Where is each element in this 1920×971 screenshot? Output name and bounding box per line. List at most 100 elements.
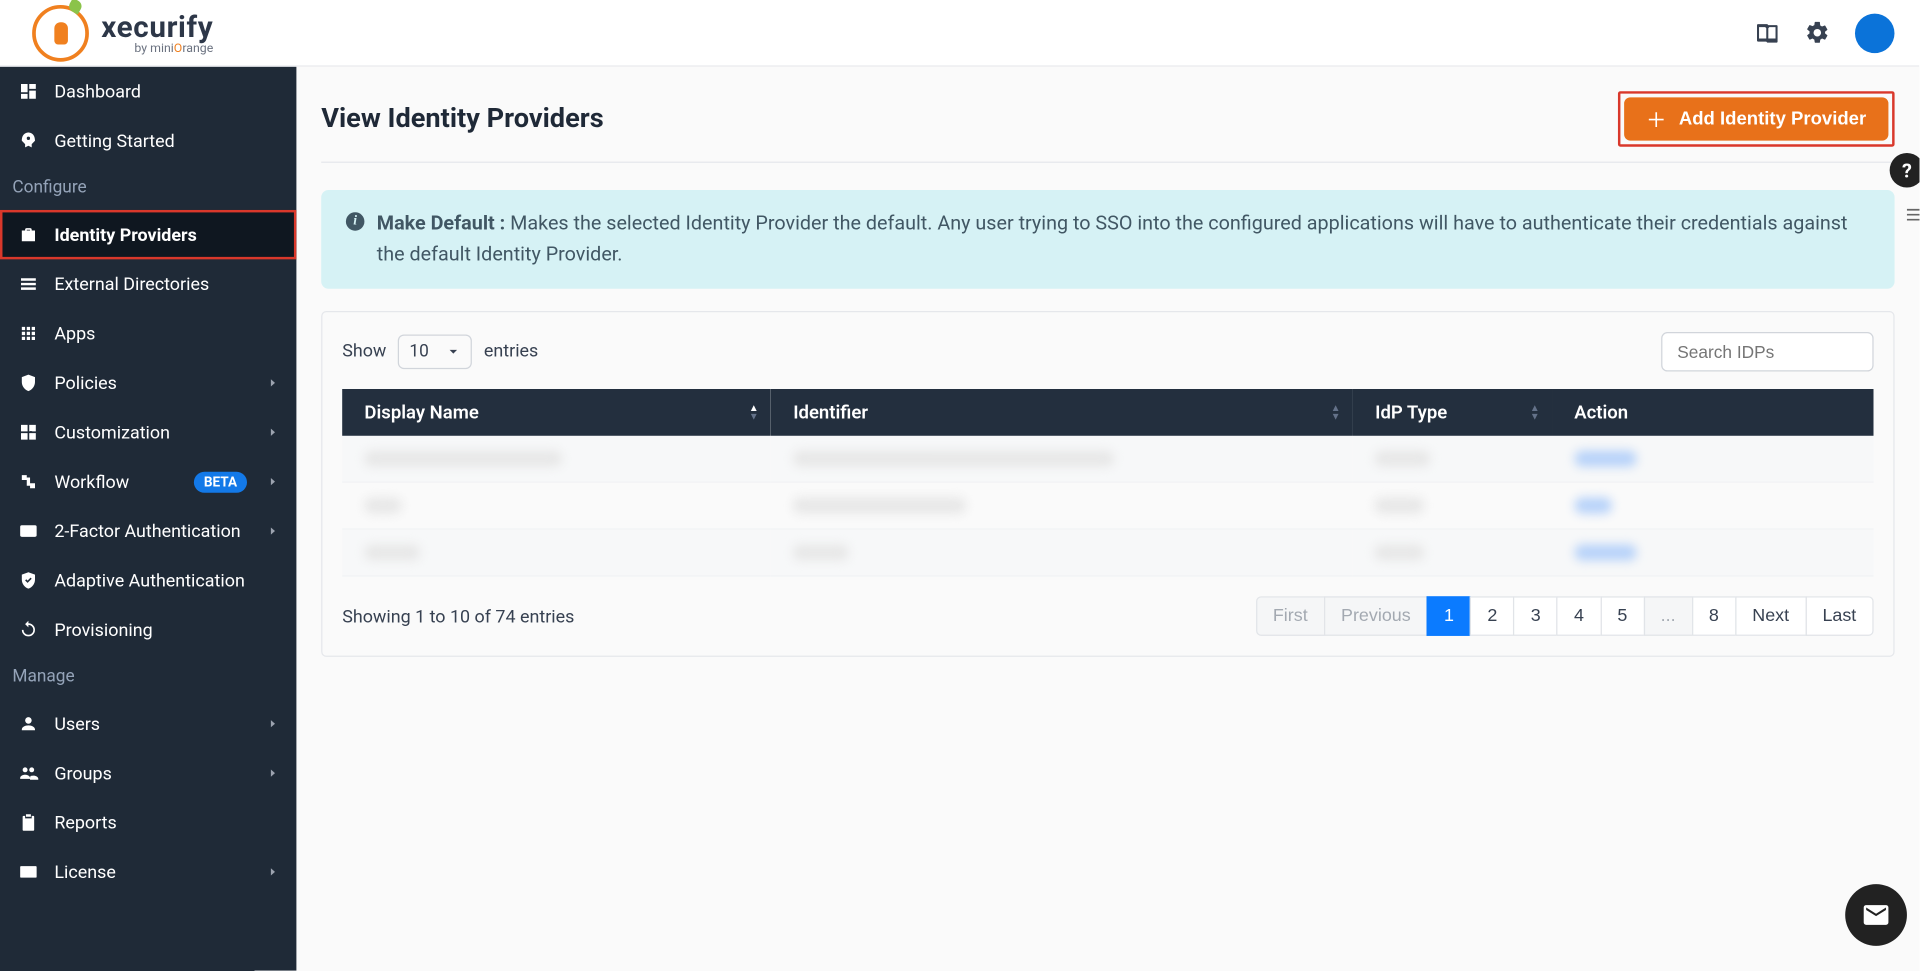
settings-icon[interactable]	[1804, 20, 1830, 46]
alert-title: Make Default :	[377, 211, 505, 234]
sidebar-item-2fa[interactable]: 2-Factor Authentication	[0, 506, 296, 555]
sidebar-item-license[interactable]: License	[0, 847, 296, 896]
sidebar-label: Identity Providers	[54, 224, 279, 245]
info-alert: i Make Default : Makes the selected Iden…	[321, 190, 1894, 288]
add-button-label: Add Identity Provider	[1679, 109, 1866, 130]
search-idps-input[interactable]	[1661, 332, 1873, 372]
pager-previous[interactable]: Previous	[1324, 597, 1428, 637]
table-row	[342, 482, 1873, 529]
sidebar-item-apps[interactable]: Apps	[0, 309, 296, 358]
sidebar-label: Workflow	[54, 471, 179, 492]
chevron-right-icon	[267, 525, 279, 537]
pager-page-8[interactable]: 8	[1692, 597, 1737, 637]
side-menu-toggle[interactable]	[1902, 205, 1919, 225]
apps-icon	[17, 324, 39, 344]
pager-page-4[interactable]: 4	[1557, 597, 1602, 637]
sidebar-item-customization[interactable]: Customization	[0, 408, 296, 457]
sidebar-item-users[interactable]: Users	[0, 699, 296, 748]
pager-last[interactable]: Last	[1805, 597, 1873, 637]
chevron-right-icon	[267, 377, 279, 389]
chevron-right-icon	[267, 475, 279, 487]
pager-page-5[interactable]: 5	[1600, 597, 1645, 637]
sidebar-item-getting-started[interactable]: Getting Started	[0, 116, 296, 165]
user-icon	[17, 714, 39, 734]
sidebar-label: Groups	[54, 763, 252, 784]
sidebar-item-provisioning[interactable]: Provisioning	[0, 605, 296, 654]
beta-badge: BETA	[194, 471, 247, 492]
pager-page-2[interactable]: 2	[1470, 597, 1515, 637]
sidebar-label: Policies	[54, 372, 252, 393]
card-icon	[17, 862, 39, 882]
sidebar-label: License	[54, 861, 252, 882]
sidebar-label: Adaptive Authentication	[54, 570, 279, 591]
sidebar-label: Apps	[54, 323, 279, 344]
add-identity-provider-button[interactable]: Add Identity Provider	[1624, 98, 1888, 141]
entries-value: 10	[409, 342, 428, 362]
clipboard-icon	[17, 813, 39, 833]
sidebar-item-external-directories[interactable]: External Directories	[0, 259, 296, 308]
col-idp-type[interactable]: IdP Type▲▼	[1353, 389, 1552, 436]
col-display-name[interactable]: Display Name▲▼	[342, 389, 771, 436]
brand-name: xecurify	[101, 10, 213, 45]
pager-page-3[interactable]: 3	[1513, 597, 1558, 637]
sidebar-label: Users	[54, 713, 252, 734]
show-label-post: entries	[484, 340, 538, 361]
table-info: Showing 1 to 10 of 74 entries	[342, 606, 574, 627]
chevron-down-icon	[446, 344, 461, 359]
table-row	[342, 529, 1873, 576]
pager-first[interactable]: First	[1255, 597, 1324, 637]
shield-check-icon	[17, 571, 39, 591]
chat-button[interactable]	[1845, 884, 1907, 946]
briefcase-icon	[17, 225, 39, 245]
entries-control: Show 10 entries	[342, 334, 538, 369]
show-label-pre: Show	[342, 340, 386, 361]
docs-icon[interactable]	[1755, 20, 1780, 45]
sidebar-section-configure: Configure	[0, 165, 296, 209]
sidebar-label: Provisioning	[54, 619, 279, 640]
pagination: First Previous 1 2 3 4 5 ... 8 Next Last	[1257, 597, 1874, 637]
chevron-right-icon	[267, 767, 279, 779]
rocket-icon	[17, 131, 39, 151]
sidebar: Dashboard Getting Started Configure Iden…	[0, 67, 296, 971]
keypad-icon	[17, 524, 39, 539]
table-row	[342, 435, 1873, 482]
sidebar-item-adaptive-auth[interactable]: Adaptive Authentication	[0, 556, 296, 605]
main-content: View Identity Providers Add Identity Pro…	[296, 67, 1919, 971]
sidebar-item-workflow[interactable]: Workflow BETA	[0, 457, 296, 506]
topbar: xecurify by miniOrange	[0, 0, 1919, 67]
pager-ellipsis: ...	[1643, 597, 1693, 637]
idp-table-card: Show 10 entries Display Name▲▼ Identifie	[321, 311, 1894, 657]
sidebar-item-reports[interactable]: Reports	[0, 798, 296, 847]
sidebar-item-dashboard[interactable]: Dashboard	[0, 67, 296, 116]
add-idp-highlight: Add Identity Provider	[1618, 91, 1894, 147]
brand-byline: by miniOrange	[101, 42, 213, 56]
sidebar-item-identity-providers[interactable]: Identity Providers	[0, 210, 296, 259]
help-button[interactable]: ?	[1890, 153, 1920, 188]
plus-icon	[1647, 109, 1667, 129]
idp-table: Display Name▲▼ Identifier▲▼ IdP Type▲▼ A…	[342, 389, 1873, 577]
sidebar-label: 2-Factor Authentication	[54, 521, 252, 542]
dashboard-icon	[17, 82, 39, 102]
sidebar-item-groups[interactable]: Groups	[0, 748, 296, 797]
sidebar-label: Dashboard	[54, 81, 279, 102]
brand-logo[interactable]: xecurify by miniOrange	[32, 4, 213, 61]
group-icon	[17, 763, 39, 783]
pager-page-1[interactable]: 1	[1427, 597, 1472, 637]
pager-next[interactable]: Next	[1735, 597, 1806, 637]
chevron-right-icon	[267, 866, 279, 878]
col-action: Action	[1552, 389, 1874, 436]
sidebar-item-policies[interactable]: Policies	[0, 358, 296, 407]
chevron-right-icon	[267, 718, 279, 730]
shield-icon	[17, 373, 39, 393]
workflow-icon	[17, 472, 39, 492]
sidebar-label: External Directories	[54, 274, 279, 295]
info-icon: i	[346, 212, 365, 231]
chevron-right-icon	[267, 426, 279, 438]
entries-select[interactable]: 10	[398, 334, 472, 369]
alert-body: Makes the selected Identity Provider the…	[377, 211, 1848, 265]
sidebar-label: Customization	[54, 422, 252, 443]
page-title: View Identity Providers	[321, 104, 604, 135]
user-avatar[interactable]	[1855, 13, 1895, 53]
col-identifier[interactable]: Identifier▲▼	[771, 389, 1353, 436]
sidebar-section-manage: Manage	[0, 655, 296, 699]
